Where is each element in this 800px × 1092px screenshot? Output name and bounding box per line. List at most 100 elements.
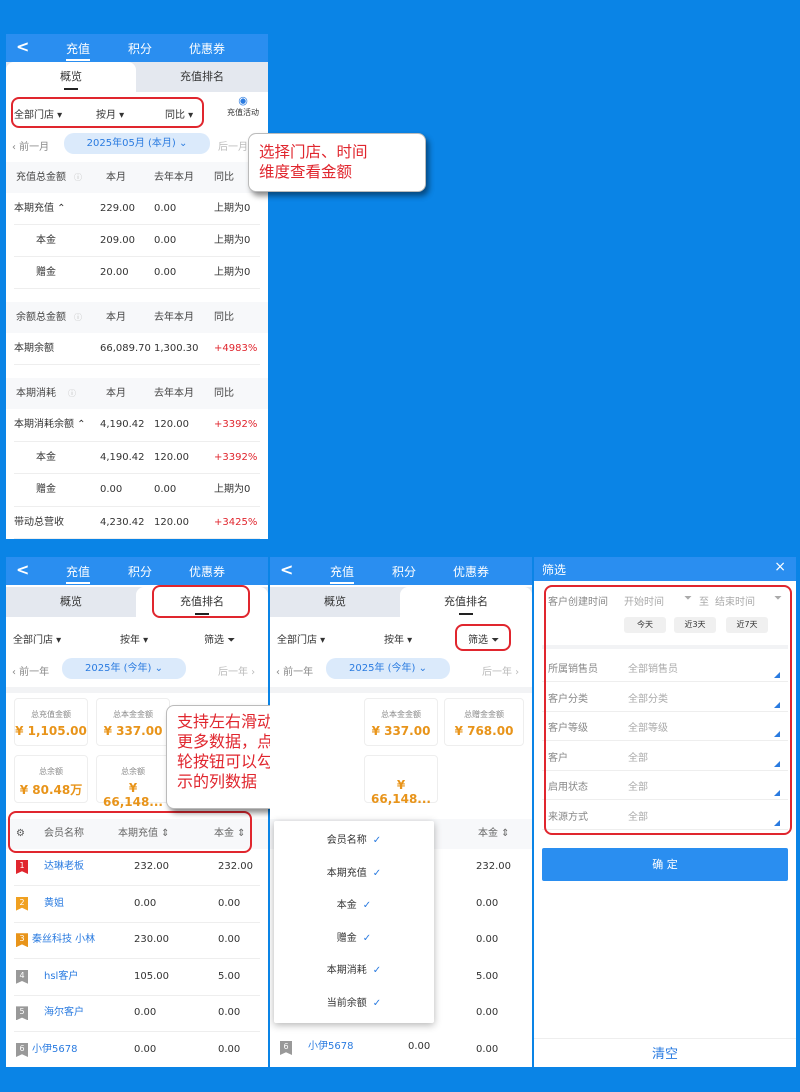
checkmark-icon: ✓ [372, 965, 382, 976]
column-header: 去年本月 [154, 312, 194, 323]
table-row[interactable]: 4 hsl客户 105.00 5.00 [6, 959, 268, 995]
column-header: 同比 [214, 312, 234, 323]
cell-value: 66,089.70 [100, 343, 151, 354]
period-dropdown[interactable]: 按年 ▾ [120, 631, 148, 646]
section-title: 余额总金额 [16, 312, 66, 323]
segment-overview[interactable]: 概览 [6, 62, 136, 92]
current-period[interactable]: 2025年 (今年) ⌄ [62, 658, 186, 679]
segment-ranking[interactable]: 充值排名 [136, 62, 268, 92]
cell-value: 0.00 [218, 1007, 241, 1019]
next-year-button[interactable]: 后一年 › [218, 663, 255, 678]
cell-value: 4,230.42 [100, 516, 145, 528]
row-label[interactable]: 本期充值 ⌃ [14, 193, 66, 225]
table-row[interactable]: 2 黄姐 0.00 0.00 [6, 886, 268, 922]
filter-button[interactable]: 筛选 ⏷ [204, 631, 235, 646]
tab-recharge[interactable]: 充值 [330, 563, 355, 584]
clear-button[interactable]: 清空 [534, 1043, 796, 1062]
member-name[interactable]: 海尔客户 [44, 995, 84, 1031]
row-label: 带动总营收 [14, 516, 64, 528]
current-period[interactable]: 2025年05月 (本月) ⌄ [64, 133, 210, 154]
next-year-button[interactable]: 后一年 › [482, 663, 519, 678]
rank-badge: 1 [16, 860, 28, 874]
stat-card: ¥ 66,148... [364, 755, 438, 806]
table-row[interactable]: 1 达琳老板 232.00 232.00 [6, 849, 268, 885]
cell-value: 5.00 [218, 970, 241, 982]
table-row[interactable]: 6 小伊5678 0.00 [270, 1034, 532, 1060]
cell-value: 0.00 [476, 1007, 499, 1019]
member-name[interactable]: hsl客户 [44, 959, 78, 995]
tab-recharge[interactable]: 充值 [66, 563, 91, 584]
tab-points[interactable]: 积分 [392, 563, 416, 580]
confirm-button[interactable]: 确 定 [542, 848, 788, 881]
section-title: 充值总金额 [16, 172, 66, 183]
highlight-ranking-tab [152, 585, 250, 618]
cell-value: 0.00 [218, 1044, 241, 1055]
member-name[interactable]: 小伊5678 [32, 1032, 77, 1067]
cell-value: +3392% [214, 451, 258, 463]
tab-coupons[interactable]: 优惠券 [189, 40, 225, 57]
period-dropdown[interactable]: 按年 ▾ [384, 631, 412, 646]
row-label[interactable]: 本期余额 [14, 333, 54, 365]
section-header: 余额总金额 本月 去年本月 同比 ⓘ [6, 302, 268, 333]
segment-ranking[interactable]: 充值排名 [400, 587, 532, 617]
data-row: 本期充值 ⌃ 229.00 0.00 上期为0 [6, 193, 268, 225]
tab-points[interactable]: 积分 [128, 563, 152, 580]
segment-overview[interactable]: 概览 [6, 587, 136, 617]
column-header[interactable]: 本金 ⇕ [478, 819, 510, 849]
member-name[interactable]: 达琳老板 [44, 849, 84, 885]
store-dropdown[interactable]: 全部门店 ▾ [277, 631, 325, 646]
rank-badge: 4 [16, 969, 28, 984]
cell-value: +4983% [214, 343, 258, 354]
next-month-button[interactable]: 后一月 [218, 138, 248, 153]
segment-overview[interactable]: 概览 [270, 587, 400, 617]
column-option[interactable]: 本期充值 ✓ [274, 860, 434, 888]
prev-year-button[interactable]: ‹ 前一年 [12, 663, 49, 678]
activity-icon: ◉ [238, 94, 248, 107]
cell-value: 上期为0 [214, 484, 251, 495]
callout-store-time: 选择门店、时间 维度查看金额 [248, 133, 426, 192]
row-label[interactable]: 本期消耗余额 ⌃ [14, 409, 86, 442]
prev-year-button[interactable]: ‹ 前一年 [276, 663, 313, 678]
tab-recharge[interactable]: 充值 [66, 40, 91, 61]
nav-bar: < 充值 积分 优惠券 [6, 34, 268, 62]
column-option-label: 本期充值 [326, 867, 367, 879]
member-name[interactable]: 小伊5678 [308, 1034, 353, 1060]
tab-coupons[interactable]: 优惠券 [453, 563, 489, 580]
back-icon[interactable]: < [16, 37, 29, 56]
column-option[interactable]: 会员名称 ✓ [274, 827, 434, 855]
table-row[interactable]: 5 海尔客户 0.00 0.00 [6, 995, 268, 1031]
member-name[interactable]: 黄姐 [44, 886, 64, 922]
column-option[interactable]: 当前余额 ✓ [274, 990, 434, 1018]
activity-button[interactable]: ◉ 充值活动 [218, 94, 268, 118]
column-header: 本月 [106, 388, 126, 399]
store-dropdown[interactable]: 全部门店 ▾ [13, 631, 61, 646]
tab-coupons[interactable]: 优惠券 [189, 563, 225, 580]
current-period[interactable]: 2025年 (今年) ⌄ [326, 658, 450, 679]
back-icon[interactable]: < [16, 560, 29, 579]
cell-value: 5.00 [476, 970, 499, 982]
balance-total-section: 余额总金额 本月 去年本月 同比 ⓘ 本期余额 66,089.70 1,300.30 +4983… [6, 302, 268, 365]
cell-value: 120.00 [154, 451, 189, 463]
data-row: 带动总营收 4,230.42 120.00 +3425% [6, 507, 268, 540]
table-row[interactable]: 6 小伊5678 0.00 0.00 [6, 1032, 268, 1067]
filter-icon: ⏷ [227, 635, 236, 646]
column-header: 同比 [214, 388, 234, 399]
info-icon[interactable]: ⓘ [68, 378, 76, 409]
consumption-section: 本期消耗 本月 去年本月 同比 ⓘ 本期消耗余额 ⌃ 4,190.42 120.00 +3392… [6, 378, 268, 540]
close-icon[interactable]: × [774, 559, 786, 575]
table-row[interactable]: 3 秦丝科技 小林 230.00 0.00 [6, 922, 268, 958]
column-option[interactable]: 本期消耗 ✓ [274, 957, 434, 985]
back-icon[interactable]: < [280, 560, 293, 579]
member-name[interactable]: 秦丝科技 小林 [32, 922, 95, 958]
info-icon[interactable]: ⓘ [74, 162, 82, 193]
cell-value: 20.00 [100, 267, 129, 278]
column-option[interactable]: 本金 ✓ [274, 892, 434, 920]
info-icon[interactable]: ⓘ [74, 302, 82, 333]
tab-points[interactable]: 积分 [128, 40, 152, 57]
stat-card: 总余额 ¥ 80.48万 [14, 755, 88, 803]
activity-label: 充值活动 [227, 108, 259, 117]
cell-value: 0.00 [134, 1007, 157, 1019]
cell-value: 0.00 [100, 484, 123, 495]
prev-month-button[interactable]: ‹ 前一月 [12, 138, 49, 153]
column-option[interactable]: 赠金 ✓ [274, 925, 434, 953]
